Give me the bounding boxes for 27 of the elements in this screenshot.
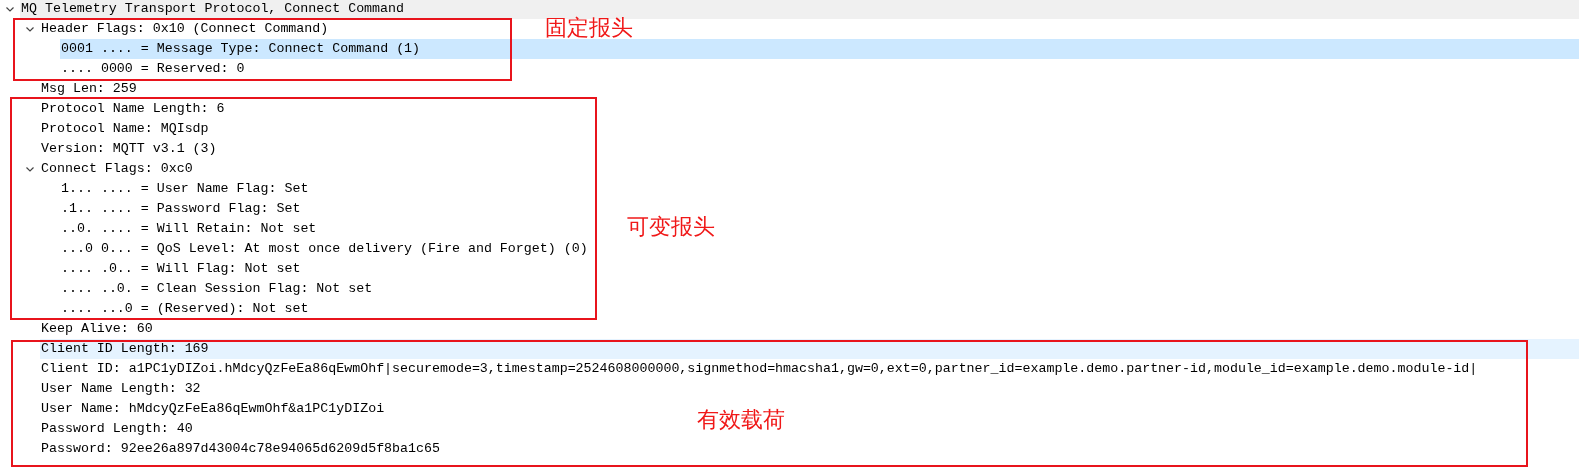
field-label[interactable]: Protocol Name: MQIsdp bbox=[40, 119, 209, 139]
field-label[interactable]: Connect Flags: 0xc0 bbox=[40, 159, 193, 179]
annotation-label: 可变报头 bbox=[627, 213, 715, 241]
field-label[interactable]: Protocol Name Length: 6 bbox=[40, 99, 225, 119]
row-highlight[interactable]: Client ID Length: 169 bbox=[40, 339, 1579, 359]
field-label[interactable]: Version: MQTT v3.1 (3) bbox=[40, 139, 217, 159]
field-label[interactable]: .... 0000 = Reserved: 0 bbox=[60, 59, 245, 79]
field-label[interactable]: ...0 0... = QoS Level: At most once delivery (Fire and Forget) (0) bbox=[60, 239, 588, 259]
field-label[interactable]: .... ..0. = Clean Session Flag: Not set bbox=[60, 279, 373, 299]
protocol-label[interactable]: MQ Telemetry Transport Protocol, Connect Command bbox=[20, 0, 404, 19]
row-highlight[interactable]: 0001 .... = Message Type: Connect Command (1) bbox=[60, 39, 1579, 59]
annotation-label: 有效载荷 bbox=[697, 406, 785, 434]
field-label[interactable]: 1... .... = User Name Flag: Set bbox=[60, 179, 309, 199]
field-label[interactable]: Password: 92ee26a897d43004c78e94065d6209d5f8ba1c65 bbox=[40, 439, 440, 459]
field-label[interactable]: Client ID Length: 169 bbox=[40, 339, 209, 359]
field-label[interactable]: Header Flags: 0x10 (Connect Command) bbox=[40, 19, 329, 39]
field-label[interactable]: Msg Len: 259 bbox=[40, 79, 137, 99]
field-label[interactable]: Client ID: a1PC1yDIZoi.hMdcyQzFeEa86qEwmOhf|securemode=3,timestamp=2524608000000,signmethod=hmacsha1,gw=0,ext=0,partner_id=example.demo.partner-id,module_id=example.demo.module-id| bbox=[40, 359, 1478, 379]
field-label[interactable]: .... .0.. = Will Flag: Not set bbox=[60, 259, 301, 279]
field-label[interactable]: 0001 .... = Message Type: Connect Command (1) bbox=[60, 39, 421, 59]
field-label[interactable]: .1.. .... = Password Flag: Set bbox=[60, 199, 301, 219]
field-label[interactable]: Password Length: 40 bbox=[40, 419, 193, 439]
field-label[interactable]: .... ...0 = (Reserved): Not set bbox=[60, 299, 309, 319]
field-label[interactable]: ..0. .... = Will Retain: Not set bbox=[60, 219, 317, 239]
field-label[interactable]: Keep Alive: 60 bbox=[40, 319, 153, 339]
field-label[interactable]: User Name: hMdcyQzFeEa86qEwmOhf&a1PC1yDIZoi bbox=[40, 399, 385, 419]
field-label[interactable]: User Name Length: 32 bbox=[40, 379, 201, 399]
